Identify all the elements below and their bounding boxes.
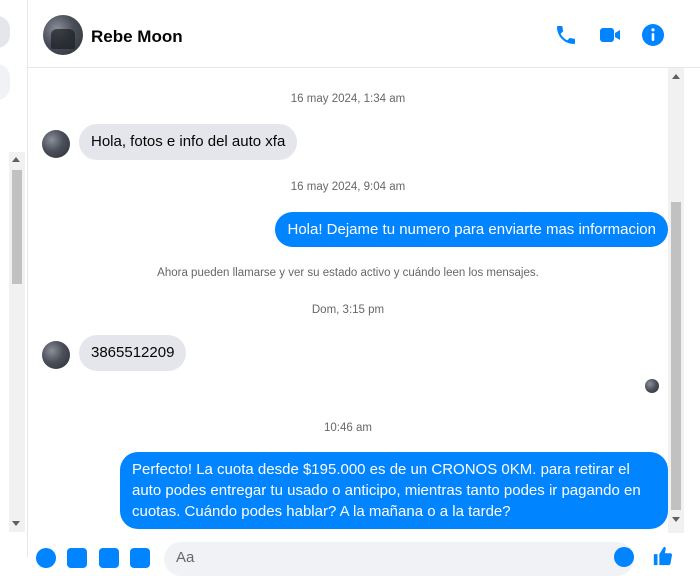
message-input-placeholder: Aa — [176, 549, 195, 566]
phone-icon[interactable] — [554, 23, 578, 47]
like-icon[interactable] — [652, 545, 674, 567]
sender-avatar[interactable] — [42, 130, 70, 158]
chat-notice: Ahora pueden llamarse y ver su estado ac… — [157, 267, 539, 279]
gallery-icon[interactable] — [67, 548, 87, 568]
message-timestamp: Dom, 3:15 pm — [311, 304, 385, 316]
incoming-message[interactable]: 3865512209 — [79, 335, 187, 371]
scroll-up-arrow-icon[interactable] — [12, 157, 20, 162]
sender-avatar[interactable] — [42, 341, 70, 369]
scroll-down-arrow-icon[interactable] — [672, 517, 680, 522]
scroll-down-arrow-icon[interactable] — [12, 521, 20, 526]
background-scrollbar-thumb[interactable] — [12, 170, 22, 284]
contact-avatar[interactable] — [43, 15, 83, 55]
background-element — [0, 16, 10, 48]
message-composer: Aa — [28, 534, 700, 576]
message-timestamp: 10:46 am — [324, 422, 372, 434]
chat-header: Rebe Moon — [28, 0, 700, 68]
gif-icon[interactable] — [130, 548, 150, 568]
read-receipt-avatar — [645, 379, 659, 393]
message-list[interactable]: 16 may 2024, 1:34 am Hola, fotos e info … — [28, 68, 668, 534]
emoji-icon[interactable] — [614, 547, 634, 567]
background-page-strip — [0, 0, 27, 557]
incoming-message[interactable]: Hola, fotos e info del auto xfa — [79, 124, 298, 160]
outgoing-message[interactable]: Perfecto! La cuota desde $195.000 es de … — [120, 452, 668, 529]
message-timestamp: 16 may 2024, 1:34 am — [290, 93, 406, 105]
video-icon[interactable] — [598, 23, 622, 47]
info-icon[interactable] — [641, 23, 665, 47]
outgoing-message[interactable]: Hola! Dejame tu numero para enviarte mas… — [275, 212, 668, 247]
contact-name[interactable]: Rebe Moon — [91, 27, 183, 47]
background-element — [0, 64, 10, 100]
sticker-icon[interactable] — [99, 548, 119, 568]
chat-window: Rebe Moon 16 may 2024, 1:34 am Hola, fot… — [27, 0, 700, 576]
message-scrollbar-thumb[interactable] — [671, 202, 681, 510]
plus-icon[interactable] — [36, 548, 56, 568]
scroll-up-arrow-icon[interactable] — [672, 74, 680, 79]
message-timestamp: 16 may 2024, 9:04 am — [290, 181, 406, 193]
message-input[interactable]: Aa — [164, 542, 634, 576]
